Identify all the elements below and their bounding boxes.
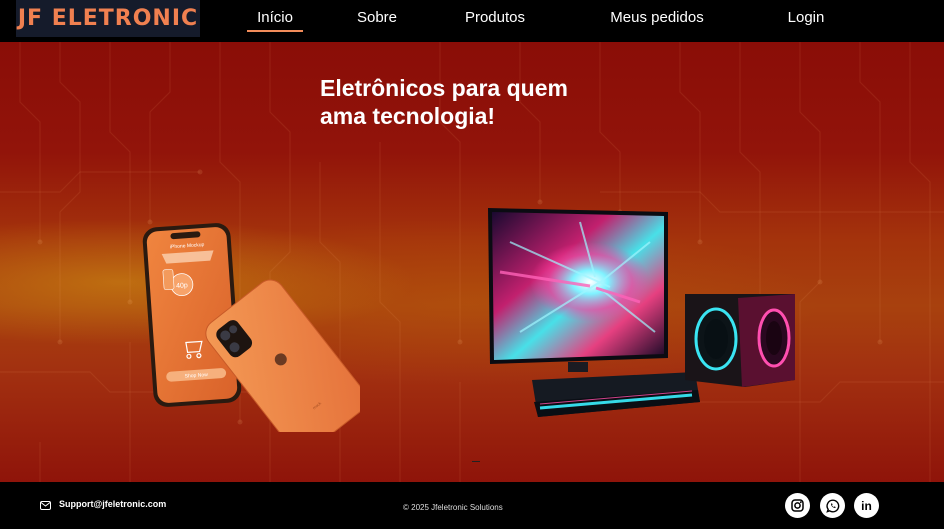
hero-title: Eletrônicos para quem ama tecnologia! — [320, 74, 620, 130]
support-email[interactable]: Support@jfeletronic.com — [59, 499, 166, 509]
nav-item-produtos[interactable]: Produtos — [460, 0, 530, 36]
linkedin-link[interactable]: in — [854, 493, 879, 518]
brand-logo[interactable]: JF ELETRONIC — [16, 0, 200, 37]
instagram-icon — [791, 499, 804, 512]
whatsapp-icon — [825, 498, 839, 513]
tv-soundbar-subwoofer-image — [488, 208, 795, 417]
nav-item-login[interactable]: Login — [782, 0, 830, 36]
top-navbar: JF ELETRONIC Início Sobre Produtos Meus … — [0, 0, 944, 42]
copyright-text: © 2025 Jfeletronic Solutions — [403, 503, 503, 512]
nav-item-inicio[interactable]: Início — [247, 0, 303, 36]
whatsapp-link[interactable] — [820, 493, 845, 518]
brand-logo-text: JF ELETRONIC — [17, 6, 199, 31]
nav-item-meus-pedidos[interactable]: Meus pedidos — [600, 0, 714, 36]
hero-title-line-2: ama tecnologia! — [320, 103, 496, 129]
instagram-link[interactable] — [785, 493, 810, 518]
divider-mark — [472, 461, 480, 462]
nav-item-sobre[interactable]: Sobre — [352, 0, 402, 36]
price-badge: 40p — [176, 282, 188, 290]
footer: Support@jfeletronic.com © 2025 Jfeletron… — [0, 482, 944, 529]
hero-title-line-1: Eletrônicos para quem — [320, 75, 568, 101]
mail-icon — [40, 501, 51, 510]
smartphones-image: iPhone Mockup 40p Shop Now mock — [142, 223, 360, 432]
hero-banner: Eletrônicos para quem ama tecnologia! iP… — [0, 42, 944, 482]
linkedin-icon: in — [861, 498, 872, 513]
